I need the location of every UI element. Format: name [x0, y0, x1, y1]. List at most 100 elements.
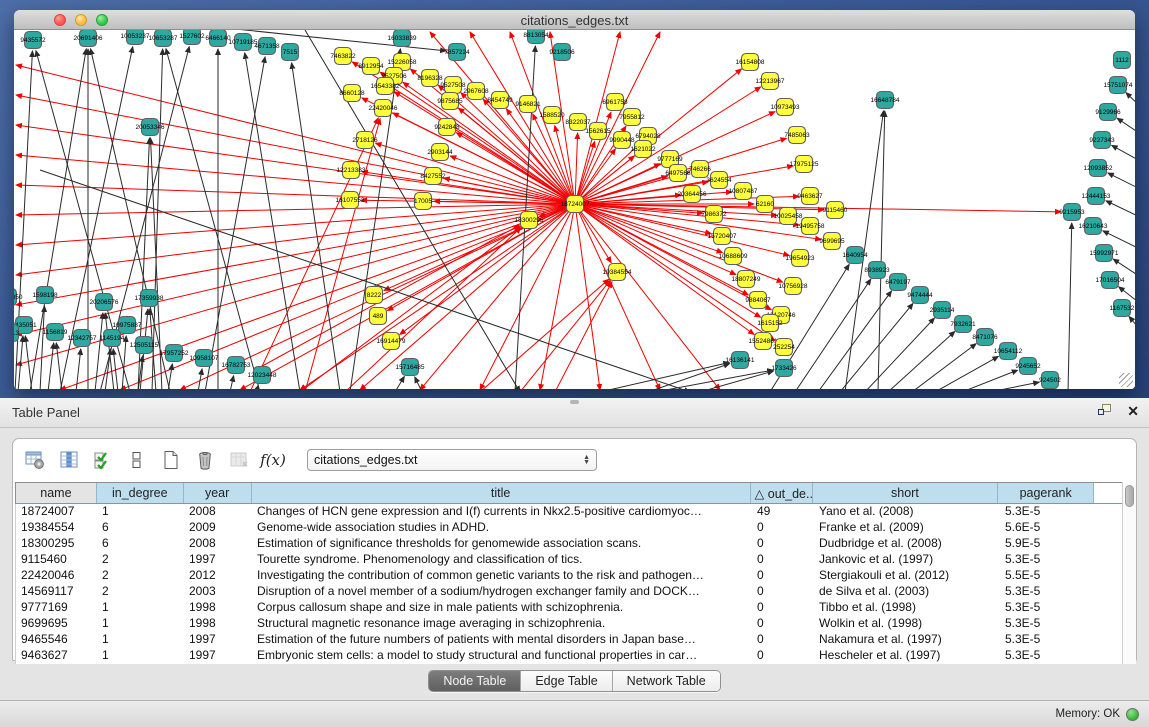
tab-network-table[interactable]: Network Table	[613, 671, 720, 691]
graph-edge[interactable]	[1068, 223, 1072, 389]
graph-edge[interactable]	[878, 111, 885, 389]
graph-node[interactable]: 252254	[773, 339, 795, 356]
graph-edge[interactable]	[388, 204, 575, 311]
cell-short[interactable]: Stergiakouli et al. (2012)	[814, 568, 1000, 584]
graph-edge[interactable]	[990, 382, 1039, 389]
graph-node[interactable]: 17975125	[790, 156, 819, 173]
graph-node[interactable]: 16648784	[871, 92, 900, 109]
graph-node[interactable]: 12342757	[68, 330, 97, 347]
cell-in_degree[interactable]: 2	[97, 584, 184, 600]
graph-node[interactable]: 1733426	[771, 360, 797, 377]
cell-out_de[interactable]: 0	[752, 584, 814, 600]
scrollbar-thumb[interactable]	[1125, 485, 1134, 507]
column-header-name[interactable]: name	[16, 483, 97, 503]
cell-title[interactable]: Structural magnetic resonance image aver…	[252, 616, 752, 632]
column-header-in_degree[interactable]: in_degree	[97, 483, 184, 503]
graph-node[interactable]: 16136141	[726, 352, 755, 369]
cell-year[interactable]: 1997	[184, 552, 252, 568]
delete-column-icon[interactable]	[193, 447, 217, 473]
graph-node[interactable]: 10973493	[771, 99, 800, 116]
cell-year[interactable]: 1997	[184, 648, 252, 664]
graph-node[interactable]: 16033839	[388, 30, 417, 47]
graph-edge[interactable]	[415, 377, 422, 389]
graph-edge[interactable]	[18, 336, 23, 389]
graph-edge[interactable]	[575, 32, 660, 204]
graph-edge[interactable]	[600, 362, 729, 389]
tab-node-table[interactable]: Node Table	[429, 671, 521, 691]
cell-pagerank[interactable]: 5.3E-5	[1000, 552, 1096, 568]
graph-node[interactable]: 7955812	[619, 109, 645, 126]
graph-node[interactable]: 20691406	[74, 30, 103, 47]
import-table-icon[interactable]	[227, 447, 251, 473]
cell-title[interactable]: Embryonic stem cells: a model to study s…	[252, 648, 752, 664]
graph-node[interactable]: 19654923	[786, 250, 815, 267]
graph-edge[interactable]	[166, 49, 260, 389]
graph-node[interactable]: 9699695	[819, 233, 845, 250]
graph-node[interactable]: 9242848	[434, 119, 460, 136]
cell-name[interactable]: 19384554	[16, 520, 97, 536]
cell-year[interactable]: 1997	[184, 632, 252, 648]
graph-edge[interactable]	[245, 53, 300, 389]
cell-in_degree[interactable]: 1	[97, 600, 184, 616]
graph-node[interactable]: 9435572	[20, 32, 46, 49]
graph-node[interactable]: 9463627	[797, 188, 823, 205]
graph-node[interactable]: 9875685	[437, 93, 463, 110]
cell-name[interactable]: 9115460	[16, 552, 97, 568]
cell-title[interactable]: Estimation of significance thresholds fo…	[252, 536, 752, 552]
graph-node[interactable]: 7485063	[784, 127, 810, 144]
graph-edge[interactable]	[122, 336, 126, 389]
graph-node[interactable]: 9884067	[745, 292, 771, 309]
tab-edge-table[interactable]: Edge Table	[521, 671, 612, 691]
cell-in_degree[interactable]: 1	[97, 616, 184, 632]
graph-edge[interactable]	[865, 318, 934, 389]
cell-year[interactable]: 2008	[184, 536, 252, 552]
graph-node[interactable]: 7932621	[950, 316, 976, 333]
graph-node[interactable]: 10653287	[149, 30, 178, 47]
graph-node[interactable]: 10688609	[719, 248, 748, 265]
graph-edge[interactable]	[648, 364, 730, 389]
cell-year[interactable]: 2008	[184, 504, 252, 520]
graph-edge[interactable]	[1129, 316, 1135, 332]
cell-pagerank[interactable]: 5.3E-5	[1000, 648, 1096, 664]
column-header-year[interactable]: year	[184, 483, 252, 503]
graph-node[interactable]: 17957252	[160, 345, 189, 362]
table-row[interactable]: 946554611997Estimation of the future num…	[16, 632, 1133, 648]
graph-node[interactable]: 62160	[756, 196, 774, 213]
cell-title[interactable]: Tourette syndrome. Phenomenology and cla…	[252, 552, 752, 568]
graph-node[interactable]: 19384554	[603, 264, 632, 281]
graph-node[interactable]: 10053237	[121, 30, 150, 45]
cell-pagerank[interactable]: 5.3E-5	[1000, 632, 1096, 648]
cell-in_degree[interactable]: 1	[97, 504, 184, 520]
cell-title[interactable]: Disruption of a novel member of a sodium…	[252, 584, 752, 600]
cell-out_de[interactable]: 0	[752, 600, 814, 616]
cell-out_de[interactable]: 0	[752, 552, 814, 568]
graph-node[interactable]: 6466140	[205, 30, 231, 47]
graph-node[interactable]: 10807487	[729, 183, 758, 200]
graph-edge[interactable]	[56, 343, 62, 389]
graph-node[interactable]: 9227343	[1089, 132, 1115, 149]
graph-node[interactable]: 12023448	[248, 367, 277, 384]
graph-node[interactable]: 16154808	[736, 54, 765, 71]
graph-edge[interactable]	[305, 30, 520, 389]
graph-edge[interactable]	[395, 376, 404, 389]
graph-node[interactable]: 2903144	[427, 144, 453, 161]
cell-in_degree[interactable]: 2	[97, 552, 184, 568]
graph-node[interactable]: 924502	[1039, 372, 1061, 389]
graph-node[interactable]: 12444153	[1082, 188, 1111, 205]
graph-node[interactable]: 25160850	[14, 289, 23, 306]
graph-node[interactable]: 8196328	[417, 70, 443, 87]
graph-node[interactable]: 7857224	[444, 44, 470, 61]
graph-edge[interactable]	[230, 376, 234, 389]
graph-edge[interactable]	[16, 204, 575, 275]
graph-edge[interactable]	[1126, 93, 1135, 108]
graph-node[interactable]: 10958107	[190, 350, 219, 367]
cell-pagerank[interactable]: 5.3E-5	[1000, 616, 1096, 632]
graph-edge[interactable]	[575, 133, 578, 204]
graph-node[interactable]: 12093852	[1084, 160, 1113, 177]
graph-edge[interactable]	[16, 204, 575, 305]
graph-node[interactable]: 8660128	[339, 85, 365, 102]
graph-node[interactable]: 15716485	[396, 359, 425, 376]
table-mode-icon[interactable]	[23, 447, 47, 473]
graph-node[interactable]: 9215953	[1059, 204, 1085, 221]
cell-name[interactable]: 14569117	[16, 584, 97, 600]
